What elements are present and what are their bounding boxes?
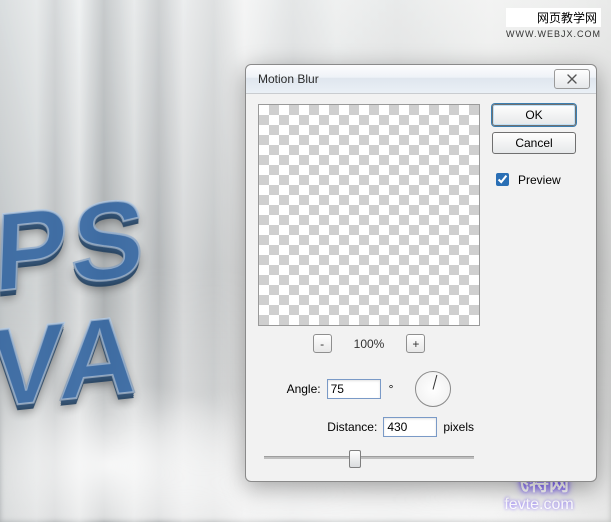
watermark-top-sub: www.webjx.com bbox=[506, 27, 601, 39]
watermark-top-title: 网页教学网 bbox=[506, 8, 601, 27]
distance-slider[interactable] bbox=[264, 447, 474, 467]
preview-area[interactable] bbox=[258, 104, 480, 326]
motion-blur-dialog: Motion Blur - 100% + Angle: bbox=[245, 64, 597, 482]
angle-needle bbox=[433, 375, 438, 390]
ok-button[interactable]: OK bbox=[492, 104, 576, 126]
dialog-title: Motion Blur bbox=[258, 72, 319, 86]
zoom-level: 100% bbox=[354, 337, 385, 351]
distance-unit: pixels bbox=[443, 420, 474, 434]
watermark-domain: fevte.com bbox=[479, 496, 599, 514]
close-icon bbox=[567, 74, 577, 84]
distance-input[interactable] bbox=[383, 417, 437, 437]
preview-checkbox-row[interactable]: Preview bbox=[492, 170, 576, 189]
preview-checkbox-label: Preview bbox=[518, 173, 561, 187]
cancel-button[interactable]: Cancel bbox=[492, 132, 576, 154]
preview-checkbox[interactable] bbox=[496, 173, 509, 186]
zoom-in-button[interactable]: + bbox=[406, 334, 425, 353]
slider-track bbox=[264, 456, 474, 459]
transparency-checker bbox=[259, 105, 479, 325]
distance-label: Distance: bbox=[327, 420, 377, 434]
watermark-top: 网页教学网 www.webjx.com bbox=[506, 8, 601, 39]
minus-icon: - bbox=[320, 338, 324, 350]
angle-input[interactable] bbox=[327, 379, 381, 399]
angle-wheel[interactable] bbox=[415, 371, 451, 407]
plus-icon: + bbox=[412, 338, 419, 350]
angle-label: Angle: bbox=[287, 382, 321, 396]
dialog-titlebar[interactable]: Motion Blur bbox=[246, 65, 596, 94]
angle-unit: ° bbox=[387, 382, 394, 396]
zoom-out-button[interactable]: - bbox=[313, 334, 332, 353]
slider-thumb[interactable] bbox=[349, 450, 361, 468]
close-button[interactable] bbox=[554, 69, 590, 89]
